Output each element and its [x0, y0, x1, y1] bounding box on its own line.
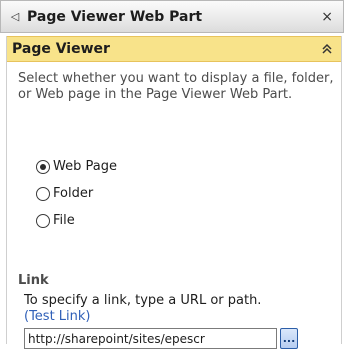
double-chevron-up-icon[interactable]	[321, 42, 333, 56]
link-heading: Link	[18, 273, 49, 288]
radio-button-web-page[interactable]	[36, 159, 50, 174]
radio-folder[interactable]: Folder	[36, 180, 117, 207]
radio-file[interactable]: File	[36, 207, 117, 234]
radio-label-file[interactable]: File	[53, 213, 75, 228]
url-input[interactable]	[24, 328, 277, 349]
radio-button-file[interactable]	[36, 213, 50, 228]
test-link[interactable]: (Test Link)	[24, 309, 91, 324]
radio-label-folder[interactable]: Folder	[53, 186, 93, 201]
source-type-radio-group: Web Page Folder File	[36, 153, 117, 234]
link-help: To specify a link, type a URL or path. (…	[24, 293, 342, 325]
webpart-title-bar: ◁ Page Viewer Web Part ×	[0, 0, 344, 33]
close-icon[interactable]: ×	[321, 9, 333, 25]
section-title: Page Viewer	[12, 41, 110, 57]
radio-button-folder[interactable]	[36, 186, 50, 201]
radio-label-web-page[interactable]: Web Page	[53, 159, 117, 174]
tool-pane: Page Viewer Select whether you want to d…	[6, 36, 342, 349]
radio-web-page[interactable]: Web Page	[36, 153, 117, 180]
webpart-title: Page Viewer Web Part	[27, 8, 203, 25]
collapse-left-icon[interactable]: ◁	[5, 11, 25, 22]
section-header[interactable]: Page Viewer	[7, 36, 341, 62]
browse-button[interactable]: ...	[280, 328, 298, 349]
description-text: Select whether you want to display a fil…	[18, 71, 334, 102]
link-help-text: To specify a link, type a URL or path.	[24, 293, 262, 308]
